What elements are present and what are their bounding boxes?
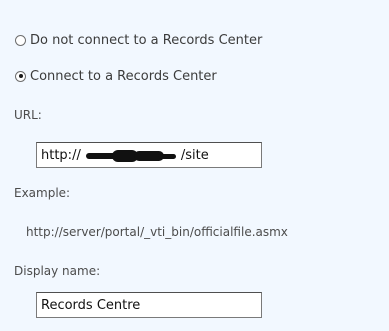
redacted-hostname [82,149,180,162]
no-connect-label: Do not connect to a Records Center [30,32,263,48]
records-center-panel: Do not connect to a Records Center Conne… [0,0,389,331]
display-name-input[interactable]: Records Centre [36,292,262,318]
url-value-prefix: http:// [41,147,81,163]
example-url: http://server/portal/_vti_bin/officialfi… [26,225,288,239]
url-value-suffix: /site [180,147,209,163]
connect-label: Connect to a Records Center [30,68,217,84]
no-connect-radio[interactable] [15,34,26,46]
connect-radio[interactable] [15,70,26,82]
radio-selected-dot [18,74,23,78]
display-name-label: Display name: [14,264,101,278]
example-label: Example: [14,186,71,200]
display-name-value: Records Centre [41,297,141,313]
url-label: URL: [14,108,42,122]
no-connect-option[interactable]: Do not connect to a Records Center [15,30,262,50]
url-input[interactable]: http:// /site [36,142,262,168]
connect-option[interactable]: Connect to a Records Center [15,66,217,86]
